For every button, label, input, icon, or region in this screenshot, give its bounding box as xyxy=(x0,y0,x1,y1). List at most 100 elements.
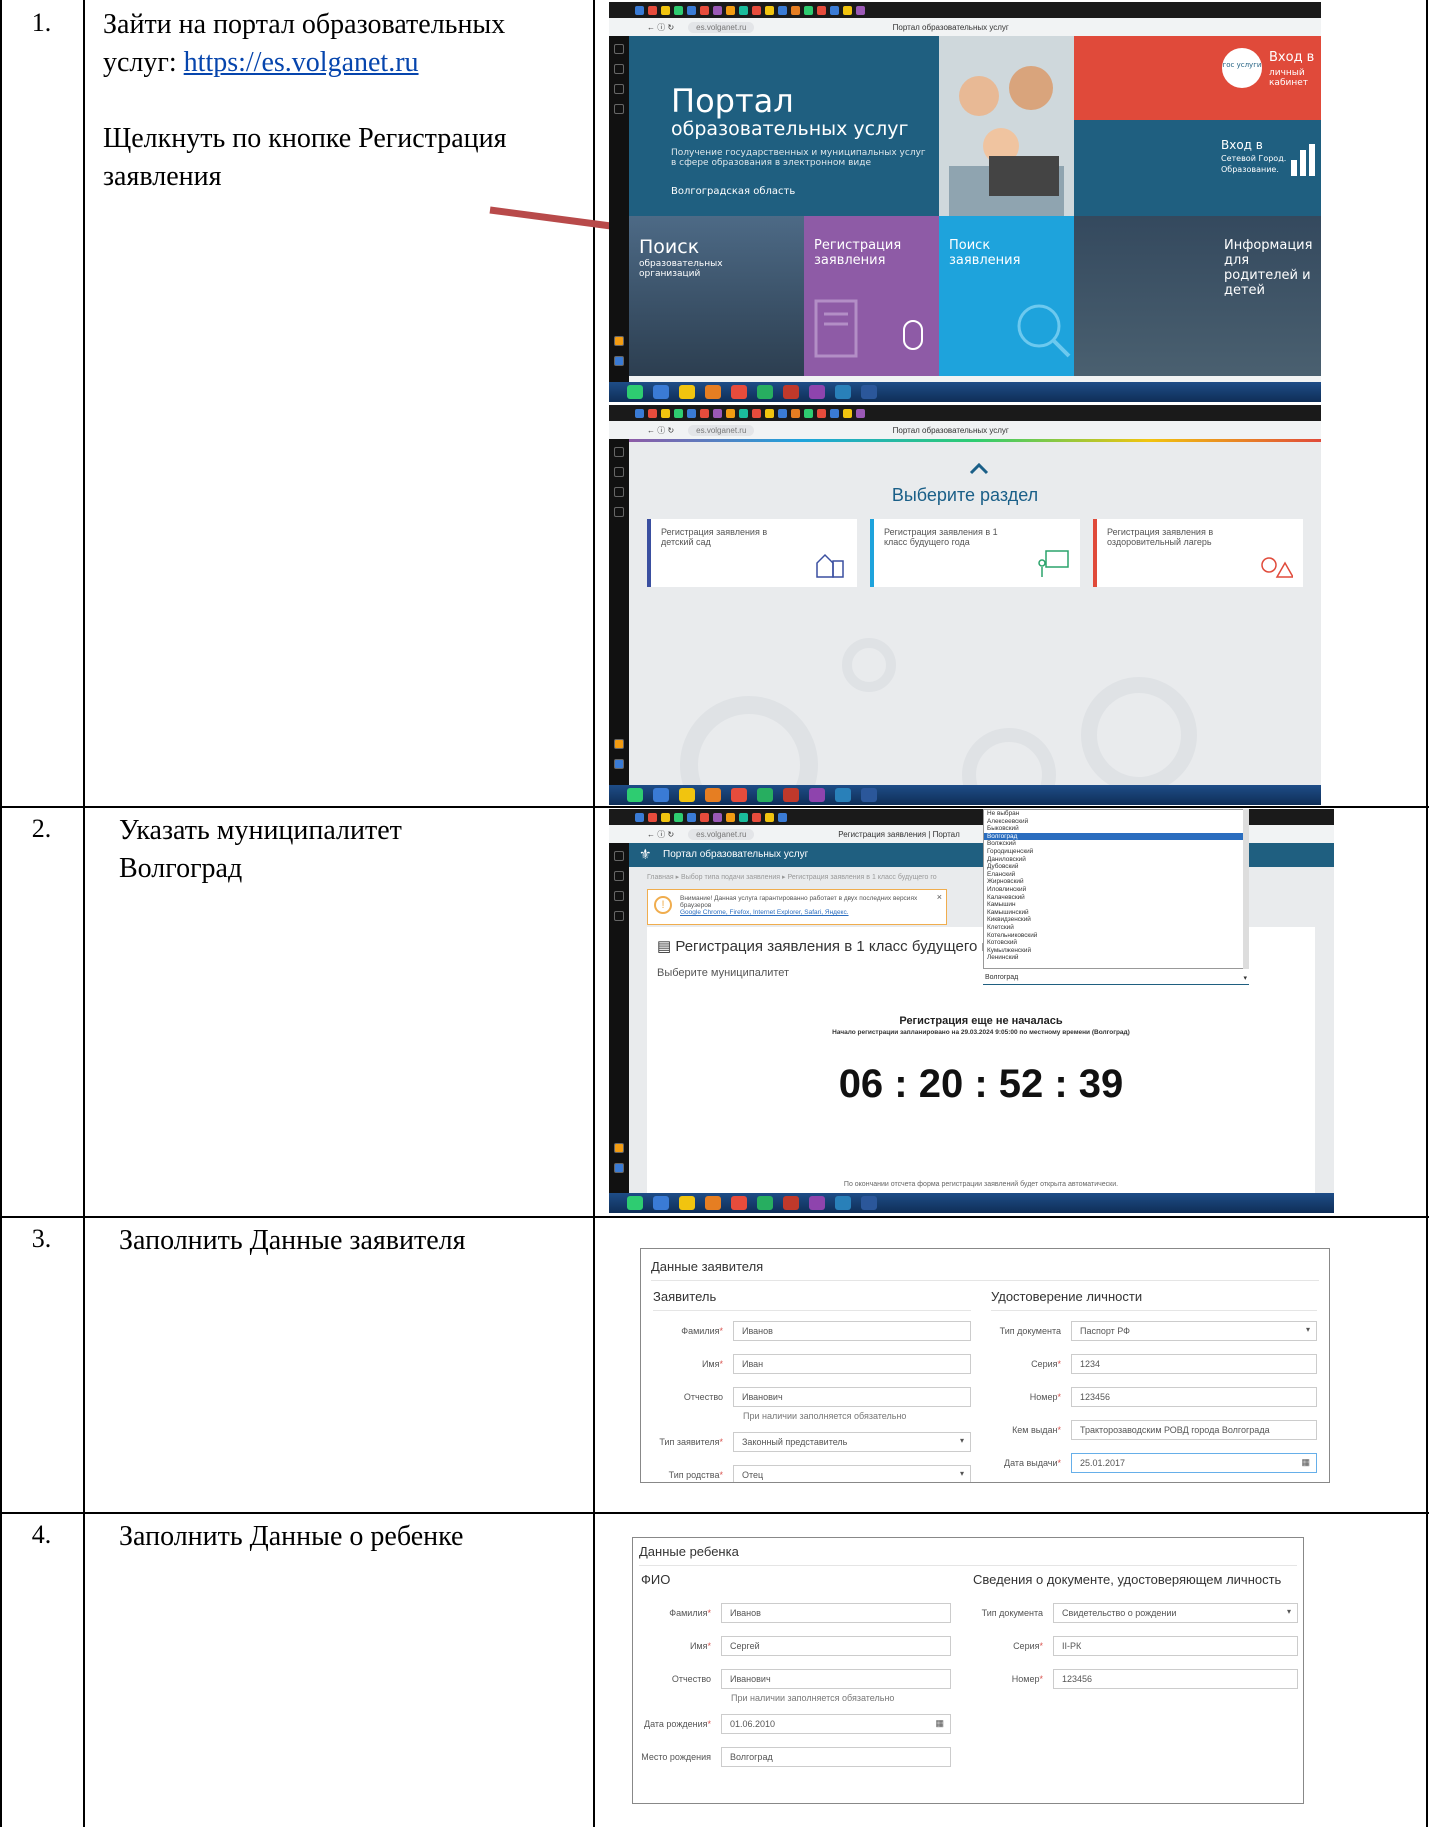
browser-sidebar xyxy=(609,843,629,1193)
series-field: Серия* 1234 xyxy=(991,1354,1317,1374)
child-surname-field: Фамилия* Иванов xyxy=(641,1603,951,1623)
gosuslugi-logo: гос услуги xyxy=(1222,48,1262,88)
municipality-option[interactable]: Котельниковский xyxy=(984,932,1248,940)
municipality-option[interactable]: Быковский xyxy=(984,825,1248,833)
step-number: 4. xyxy=(31,1520,52,1549)
name-input[interactable]: Иван xyxy=(733,1354,971,1374)
step-number: 2. xyxy=(31,814,52,843)
municipality-option[interactable]: Кумылженский xyxy=(984,947,1248,955)
form-icon: ▤ xyxy=(657,938,676,955)
municipality-option[interactable]: Жирновский xyxy=(984,878,1248,886)
birth-date-input[interactable]: 01.06.2010 ▦ xyxy=(721,1714,951,1734)
child-document-column: Сведения о документе, удостоверяющем лич… xyxy=(973,1572,1298,1702)
municipality-option[interactable]: Волжский xyxy=(984,840,1248,848)
tile-search-application[interactable]: Поиск заявления xyxy=(939,216,1074,376)
applicant-type-select[interactable]: Законный представитель ▾ xyxy=(733,1432,971,1452)
chart-icon xyxy=(1291,144,1315,176)
issued-by-input[interactable]: Тракторозаводским РОВД города Волгограда xyxy=(1071,1420,1317,1440)
child-name-input[interactable]: Сергей xyxy=(721,1636,951,1656)
form-title: Данные заявителя xyxy=(651,1259,1319,1281)
section-heading: Выберите раздел xyxy=(891,485,1039,505)
doc-type-select[interactable]: Паспорт РФ ▾ xyxy=(1071,1321,1317,1341)
municipality-select[interactable]: Волгоград ▾ xyxy=(983,971,1249,985)
step-3-text: Заполнить Данные заявителя xyxy=(119,1225,466,1256)
step-number: 3. xyxy=(31,1224,52,1253)
windows-toolbar xyxy=(609,405,1321,421)
birth-place-input[interactable]: Волгоград xyxy=(721,1747,951,1767)
issue-date-field: Дата выдачи* 25.01.2017 ▦ xyxy=(991,1453,1317,1473)
gosuslugi-login-button[interactable]: гос услуги Вход в личный кабинет xyxy=(1074,36,1321,120)
doc-type-field: Тип документа Паспорт РФ ▾ xyxy=(991,1321,1317,1341)
card-first-grade[interactable]: Регистрация заявления в 1 класс будущего… xyxy=(870,519,1080,587)
child-series-input[interactable]: II-РК xyxy=(1053,1636,1298,1656)
close-icon[interactable]: × xyxy=(937,892,942,902)
form-title: Данные ребенка xyxy=(639,1544,1297,1566)
municipality-option[interactable]: Котовский xyxy=(984,939,1248,947)
portal-hero: Портал образовательных услуг Получение г… xyxy=(629,36,939,216)
child-form: Данные ребенка ФИО Фамилия* Иванов Имя* Се… xyxy=(632,1537,1304,1804)
municipality-option[interactable]: Волгоград xyxy=(984,832,1248,841)
municipality-option[interactable]: Иловлинский xyxy=(984,886,1248,894)
screenshot-portal-home: ← ⓘ ↻ es.volganet.ru Портал образовательны… xyxy=(609,2,1321,402)
windows-taskbar xyxy=(609,1193,1334,1213)
issued-by-field: Кем выдан* Тракторозаводским РОВД города … xyxy=(991,1420,1317,1440)
browser-address-bar[interactable]: ← ⓘ ↻ es.volganet.ru Портал образовательны… xyxy=(609,421,1321,439)
municipality-option[interactable]: Городищенский xyxy=(984,848,1248,856)
portal-link[interactable]: https://es.volganet.ru xyxy=(184,47,419,78)
municipality-option[interactable]: Калачевский xyxy=(984,894,1248,902)
municipality-option[interactable]: Клетский xyxy=(984,924,1248,932)
number-field: Номер* 123456 xyxy=(991,1387,1317,1407)
screenshot-choose-section: ← ⓘ ↻ es.volganet.ru Портал образовательны… xyxy=(609,405,1321,805)
municipality-dropdown-list[interactable]: Не выбран Алексеевский Быковский Волгоград В… xyxy=(983,809,1249,969)
child-name-column: ФИО Фамилия* Иванов Имя* Сергей Отчество Ив… xyxy=(641,1572,951,1780)
registration-panel: ▤ Регистрация заявления в 1 класс будуще… xyxy=(647,927,1315,1211)
surname-field: Фамилия* Иванов xyxy=(653,1321,971,1341)
chevron-down-icon: ▾ xyxy=(1286,1607,1291,1616)
tile-register-application[interactable]: Регистрация заявления xyxy=(804,216,939,376)
teacher-board-icon xyxy=(1038,550,1069,577)
municipality-option[interactable]: Камышин xyxy=(984,901,1248,909)
municipality-option[interactable]: Ленинский xyxy=(984,954,1248,962)
number-input[interactable]: 123456 xyxy=(1071,1387,1317,1407)
netcity-login-button[interactable]: Вход в Сетевой Город. Образование. xyxy=(1074,120,1321,216)
municipality-option[interactable]: Алексеевский xyxy=(984,818,1248,826)
countdown-timer: 06 : 20 : 52 : 39 xyxy=(838,1062,1124,1106)
document-mouse-icon xyxy=(814,299,923,358)
identity-column: Удостоверение личности Тип документа Пасп… xyxy=(991,1289,1317,1482)
chevron-up-icon[interactable] xyxy=(969,461,989,475)
child-surname-input[interactable]: Иванов xyxy=(721,1603,951,1623)
series-input[interactable]: 1234 xyxy=(1071,1354,1317,1374)
dropdown-scrollbar[interactable] xyxy=(1243,809,1249,969)
tile-info-parents[interactable]: Информация для родителей и детей xyxy=(1074,216,1321,376)
patronymic-hint: При наличии заполняется обязательно xyxy=(731,1693,895,1703)
child-doc-type-select[interactable]: Свидетельство о рождении ▾ xyxy=(1053,1603,1298,1623)
patronymic-hint: При наличии заполняется обязательно xyxy=(743,1411,907,1421)
child-patronymic-input[interactable]: Иванович xyxy=(721,1669,951,1689)
child-patronymic-field: Отчество Иванович xyxy=(641,1669,951,1689)
tile-search-organizations[interactable]: Поиск образовательных организаций xyxy=(629,216,804,376)
gears-background xyxy=(680,638,1197,785)
kinship-select[interactable]: Отец ▾ xyxy=(733,1465,971,1482)
breadcrumb: Главная ▸ Выбор типа подачи заявления ▸ … xyxy=(647,874,937,881)
chevron-down-icon: ▾ xyxy=(959,1436,964,1445)
patronymic-input[interactable]: Иванович xyxy=(733,1387,971,1407)
birth-place-field: Место рождения Волгоград xyxy=(641,1747,951,1767)
card-kindergarten[interactable]: Регистрация заявления в детский сад xyxy=(647,519,857,587)
child-number-input[interactable]: 123456 xyxy=(1053,1669,1298,1689)
surname-input[interactable]: Иванов xyxy=(733,1321,971,1341)
step-1-text: Зайти на портал образовательных услуг: h… xyxy=(103,9,507,192)
municipality-option[interactable]: Дубовский xyxy=(984,863,1248,871)
browser-address-bar[interactable]: ← ⓘ ↻ es.volganet.ru Портал образовательны… xyxy=(609,18,1321,36)
issue-date-input[interactable]: 25.01.2017 ▦ xyxy=(1071,1453,1317,1473)
municipality-option[interactable]: Даниловский xyxy=(984,856,1248,864)
municipality-option[interactable]: Киквидзенский xyxy=(984,916,1248,924)
windows-toolbar xyxy=(609,2,1321,18)
child-doc-type-field: Тип документа Свидетельство о рождении ▾ xyxy=(973,1603,1298,1623)
registration-start-info: Начало регистрации запланировано на 29.0… xyxy=(832,1029,1130,1036)
browser-sidebar xyxy=(609,36,629,382)
municipality-option[interactable]: Не выбран xyxy=(984,810,1248,818)
screenshot-registration: ← ⓘ ↻ es.volganet.ru Регистрация заявления… xyxy=(609,809,1334,1213)
card-summer-camp[interactable]: Регистрация заявления в оздоровительный … xyxy=(1093,519,1303,587)
search-icon xyxy=(1017,304,1071,358)
calendar-icon: ▦ xyxy=(1301,1457,1310,1467)
